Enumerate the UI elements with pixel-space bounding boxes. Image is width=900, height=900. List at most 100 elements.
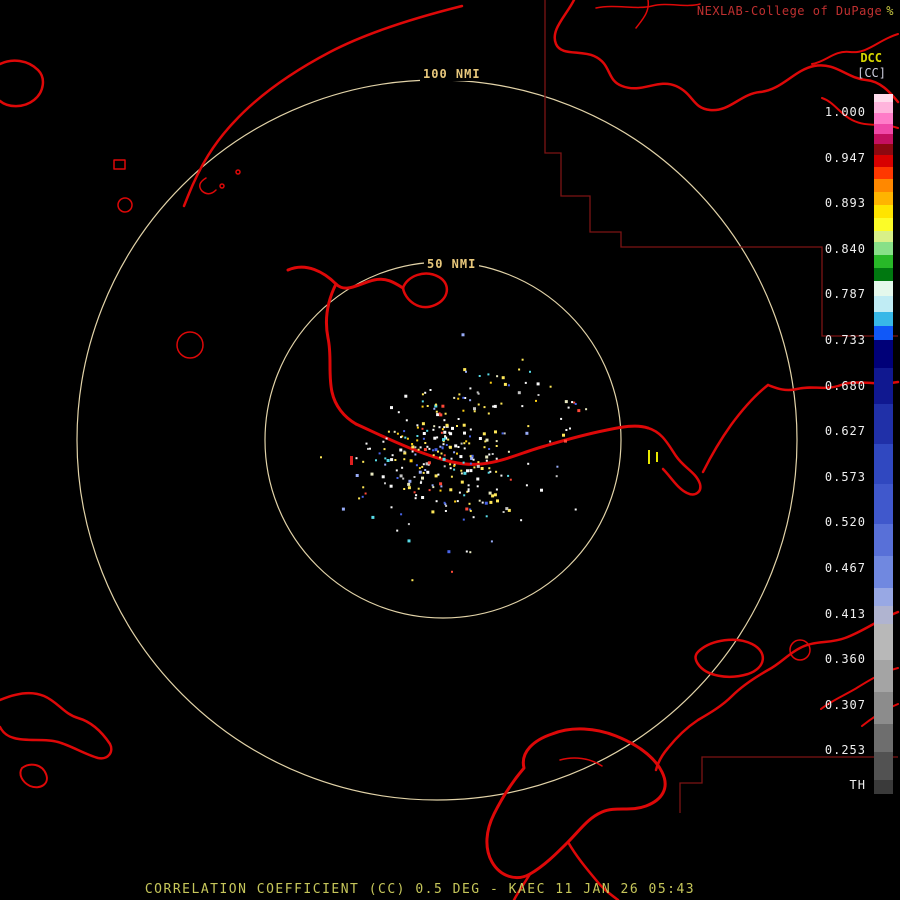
radar-echo bbox=[453, 451, 456, 454]
radar-echo bbox=[367, 447, 369, 450]
radar-echo bbox=[451, 570, 453, 573]
range-rings bbox=[76, 79, 798, 801]
radar-echo bbox=[450, 457, 453, 460]
radar-echo bbox=[443, 426, 446, 429]
radar-echo bbox=[449, 467, 452, 470]
colorbar-tick-label: 0.947 bbox=[824, 150, 866, 165]
radar-echo bbox=[493, 404, 497, 408]
radar-echo bbox=[389, 484, 393, 488]
radar-echo bbox=[487, 412, 490, 415]
radar-echo bbox=[469, 551, 472, 554]
outer-ring-label: 100 NMI bbox=[420, 67, 484, 81]
radar-echo bbox=[437, 450, 439, 453]
radar-echo bbox=[378, 452, 381, 455]
colorbar-segment bbox=[874, 218, 893, 231]
colorbar-tick-label: 0.573 bbox=[824, 469, 866, 484]
radar-echo bbox=[549, 385, 552, 388]
radar-echo bbox=[396, 432, 399, 435]
radar-echo bbox=[418, 467, 421, 470]
colorbar-segment bbox=[874, 155, 893, 167]
radar-echo bbox=[445, 423, 449, 427]
radar-echo bbox=[467, 484, 470, 487]
radar-echo bbox=[355, 457, 358, 460]
radar-echo bbox=[414, 497, 417, 500]
radar-echo bbox=[473, 407, 476, 411]
radar-echo bbox=[490, 540, 493, 543]
radar-echo bbox=[521, 358, 524, 361]
radar-echo bbox=[487, 373, 490, 376]
radar-echo bbox=[462, 518, 465, 521]
coastline-path bbox=[401, 272, 448, 309]
radar-echo bbox=[467, 488, 470, 491]
radar-echo bbox=[465, 370, 467, 373]
radar-echo bbox=[524, 381, 527, 384]
radar-echo bbox=[569, 427, 571, 430]
coastline-path bbox=[324, 282, 358, 426]
radar-echo bbox=[447, 550, 451, 554]
colorbar-tick-label: 0.253 bbox=[824, 743, 866, 758]
radar-echo bbox=[476, 485, 479, 488]
radar-echo bbox=[453, 464, 456, 467]
radar-echo bbox=[406, 437, 409, 440]
radar-echo bbox=[462, 409, 465, 412]
radar-echo bbox=[481, 501, 484, 504]
colorbar-segment bbox=[874, 556, 893, 588]
radar-echo bbox=[469, 435, 471, 438]
radar-echo bbox=[432, 449, 434, 452]
radar-echo bbox=[422, 432, 426, 435]
radar-echo bbox=[369, 447, 371, 450]
radar-echo bbox=[463, 494, 466, 497]
radar-echo bbox=[482, 432, 486, 436]
radar-echo bbox=[370, 472, 374, 476]
radar-echo bbox=[536, 382, 540, 386]
colorbar-tick-label: 0.893 bbox=[824, 196, 866, 211]
colorbar-segment bbox=[874, 606, 893, 624]
colorbar-segment bbox=[874, 113, 893, 124]
radar-echo bbox=[456, 500, 459, 503]
islet bbox=[219, 183, 225, 189]
radar-echo bbox=[496, 499, 499, 503]
radar-echo bbox=[443, 501, 446, 504]
radar-echo bbox=[411, 579, 414, 582]
radar-echo bbox=[478, 375, 481, 377]
coastline-path bbox=[0, 691, 113, 760]
radar-echo bbox=[419, 446, 422, 449]
radar-echo bbox=[574, 508, 577, 511]
radar-echo bbox=[443, 430, 447, 434]
colorbar-segment bbox=[874, 404, 893, 444]
radar-echo bbox=[473, 410, 476, 413]
colorbar-segment bbox=[874, 124, 893, 134]
radar-echo bbox=[390, 406, 393, 410]
radar-echo bbox=[403, 458, 406, 461]
radar-echo bbox=[488, 453, 491, 456]
colorbar-segment bbox=[874, 624, 893, 660]
colorbar-segment bbox=[874, 281, 893, 296]
colorbar-segment bbox=[874, 312, 893, 326]
radar-echo bbox=[468, 442, 471, 445]
radar-echo bbox=[416, 439, 419, 442]
radar-echo bbox=[407, 482, 411, 486]
radar-echo bbox=[495, 440, 498, 443]
radar-echo bbox=[449, 463, 452, 466]
radar-echo bbox=[431, 510, 435, 514]
colorbar-segment bbox=[874, 255, 893, 268]
radar-echo bbox=[562, 433, 565, 437]
colorbar-tick-label: 0.787 bbox=[824, 287, 866, 302]
colorbar-segment bbox=[874, 692, 893, 724]
radar-map bbox=[0, 0, 900, 900]
radar-echo bbox=[500, 402, 503, 405]
coastline-path bbox=[694, 638, 764, 678]
colorbar-segment bbox=[874, 484, 893, 524]
radar-echo bbox=[491, 453, 494, 455]
radar-echo bbox=[435, 410, 438, 413]
radar-echo bbox=[443, 465, 446, 468]
colorbar-segment bbox=[874, 167, 893, 179]
colorbar-segment bbox=[874, 660, 893, 692]
radar-echo bbox=[417, 487, 420, 490]
colorbar-tick-label: 0.627 bbox=[824, 424, 866, 439]
radar-echo bbox=[567, 406, 570, 409]
radar-echo bbox=[424, 391, 427, 394]
radar-echo bbox=[440, 431, 443, 434]
radar-echo bbox=[371, 515, 375, 519]
radar-echo bbox=[496, 375, 499, 378]
